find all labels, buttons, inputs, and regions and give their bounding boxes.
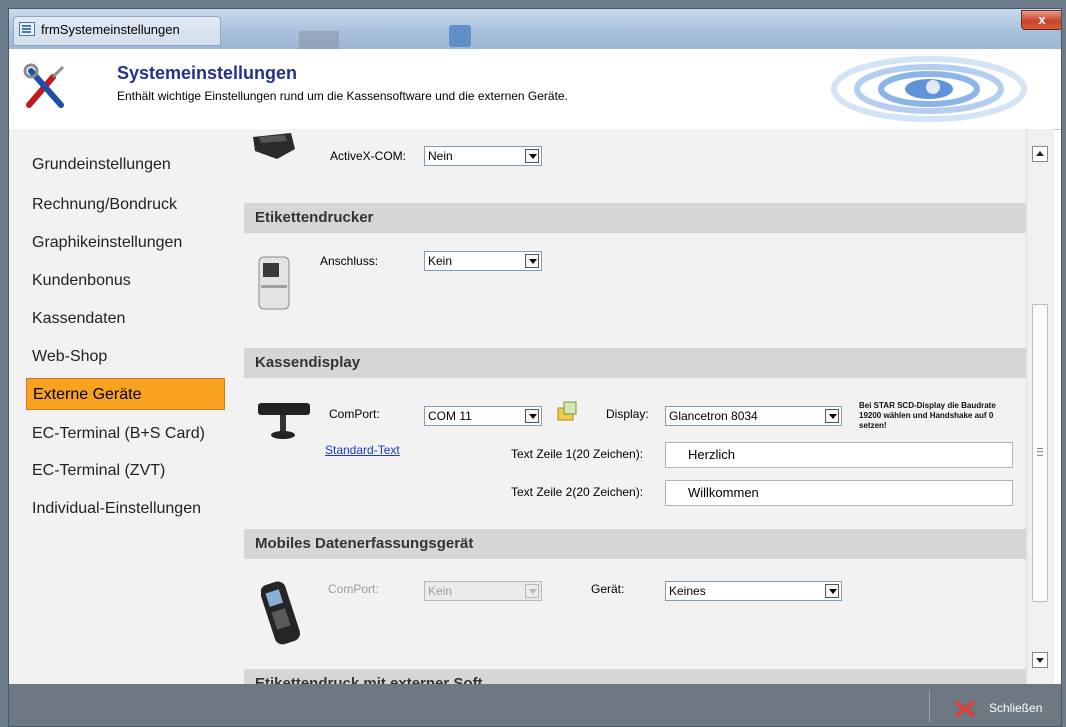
nav-item-kundenbonus[interactable]: Kundenbonus (26, 265, 226, 297)
label-printer-icon (258, 256, 290, 310)
section-kassendisplay: Kassendisplay (244, 348, 1026, 378)
title-bar: frmSystemeinstellungen x (9, 9, 1061, 49)
receipt-printer-icon (253, 133, 295, 159)
close-x-icon[interactable] (954, 701, 976, 717)
nav-item-kassendaten[interactable]: Kassendaten (26, 303, 226, 335)
chevron-down-icon[interactable] (525, 254, 539, 268)
display-label: Display: (606, 407, 649, 421)
anschluss-select[interactable]: Kein (424, 251, 542, 271)
anschluss-value: Kein (428, 254, 453, 268)
nav-item-ec-terminal-bs[interactable]: EC-Terminal (B+S Card) (26, 418, 226, 450)
geraet-select[interactable]: Keines (665, 581, 842, 601)
settings-header: Systemeinstellungen Enthält wichtige Ein… (9, 49, 1061, 130)
close-button[interactable]: Schließen (989, 701, 1042, 715)
tools-icon (23, 63, 65, 108)
nav-item-ec-terminal-zvt[interactable]: EC-Terminal (ZVT) (26, 455, 226, 487)
page-subtitle: Enthält wichtige Einstellungen rund um d… (117, 89, 568, 103)
chevron-down-icon (525, 584, 539, 598)
geraet-value: Keines (669, 584, 706, 598)
activex-com-value: Nein (428, 149, 453, 163)
mobil-comport-select: Kein (424, 581, 542, 601)
handheld-scanner-icon (261, 581, 301, 645)
swirl-logo-icon (831, 56, 1027, 122)
customer-display-icon (258, 403, 310, 439)
footer-bar: Schließen (9, 684, 1061, 726)
nav-item-externe-geraete[interactable]: Externe Geräte (26, 378, 225, 410)
comport-value: COM 11 (428, 409, 472, 423)
standard-text-link[interactable]: Standard-Text (325, 443, 400, 457)
kassendisplay-comport-select[interactable]: COM 11 (424, 406, 542, 426)
kassendisplay-comport-label: ComPort: (329, 407, 380, 421)
display-select[interactable]: Glancetron 8034 (665, 406, 842, 426)
section-etikettendrucker: Etikettendrucker (244, 203, 1026, 233)
chevron-down-icon[interactable] (825, 409, 839, 423)
activex-com-select[interactable]: Nein (424, 146, 542, 166)
star-display-note: Bei STAR SCD-Display die Baudrate 19200 … (859, 401, 996, 430)
settings-window: frmSystemeinstellungen x Systemeinstellu… (8, 8, 1062, 727)
vertical-scrollbar[interactable] (1026, 129, 1054, 684)
anschluss-label: Anschluss: (320, 254, 379, 268)
chevron-down-icon[interactable] (525, 149, 539, 163)
close-window-button[interactable]: x (1021, 10, 1061, 30)
activex-com-label: ActiveX-COM: (330, 149, 407, 163)
nav-item-rechnung-bondruck[interactable]: Rechnung/Bondruck (26, 189, 226, 221)
footer-divider (929, 690, 930, 722)
scroll-thumb[interactable] (1032, 304, 1048, 602)
grip-icon (1037, 448, 1043, 456)
scroll-up-button[interactable] (1032, 146, 1048, 162)
mobil-comport-label: ComPort: (328, 582, 379, 596)
display-value: Glancetron 8034 (669, 409, 758, 423)
section-mobiles-datenerfassungsgeraet: Mobiles Datenerfassungsgerät (244, 529, 1026, 559)
mobil-comport-value: Kein (428, 584, 453, 598)
settings-nav: Grundeinstellungen Rechnung/Bondruck Gra… (9, 129, 237, 684)
section-etikettendruck-extern: Etikettendruck mit externer Soft (244, 669, 1026, 684)
chevron-down-icon[interactable] (525, 409, 539, 423)
text-line2-label: Text Zeile 2(20 Zeichen): (511, 485, 644, 499)
settings-content: ActiveX-COM: Nein Etikettendrucker Ansch… (236, 129, 1026, 684)
text-line2-input[interactable]: Willkommen (665, 480, 1013, 506)
chevron-down-icon[interactable] (825, 584, 839, 598)
form-icon (19, 22, 35, 36)
nav-item-individual-einstellungen[interactable]: Individual-Einstellungen (26, 493, 226, 525)
page-title: Systemeinstellungen (117, 63, 298, 83)
nav-item-graphikeinstellungen[interactable]: Graphikeinstellungen (26, 227, 226, 259)
scroll-down-button[interactable] (1032, 652, 1048, 668)
nav-item-web-shop[interactable]: Web-Shop (26, 341, 226, 373)
text-line1-input[interactable]: Herzlich (665, 442, 1013, 468)
window-title: frmSystemeinstellungen (41, 22, 180, 37)
folder-config-icon[interactable] (556, 400, 578, 422)
geraet-label: Gerät: (591, 582, 625, 596)
background-thumbnail (299, 31, 339, 49)
text-line1-label: Text Zeile 1(20 Zeichen): (511, 447, 644, 461)
nav-item-grundeinstellungen[interactable]: Grundeinstellungen (26, 149, 226, 181)
background-thumbnail (449, 25, 471, 47)
